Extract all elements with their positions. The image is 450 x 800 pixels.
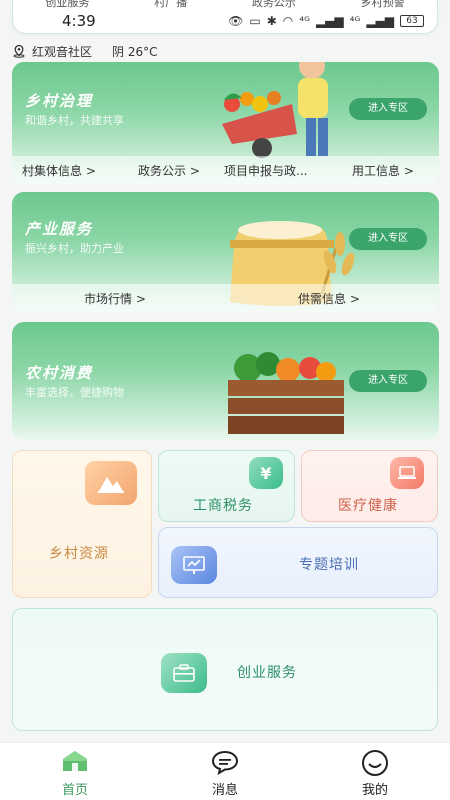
link-government-affairs[interactable]: 政务公示 >	[138, 162, 200, 179]
chat-bubble-icon	[211, 750, 239, 775]
presentation-chart-icon	[171, 546, 217, 584]
signal-bars-icon: ▂▄▆	[366, 14, 394, 28]
nav-mine-label: 我的	[361, 783, 388, 798]
special-training-tile[interactable]: 专题培训	[158, 527, 438, 598]
link-market-quotes[interactable]: 市场行情 >	[84, 290, 146, 307]
bottom-navigation: 首页 消息 我的	[0, 742, 450, 800]
strip-item[interactable]: 创业服务	[45, 0, 89, 10]
status-icons: 👁 ▭ ✱ ◠ ⁴ᴳ ▂▄▆ ⁴ᴳ ▂▄▆ 63	[228, 14, 424, 28]
wifi-icon: ◠	[282, 14, 294, 28]
medical-health-tile[interactable]: 医疗健康	[301, 450, 438, 522]
industry-links: 市场行情 > 供需信息 >	[12, 284, 439, 312]
mountain-icon	[85, 461, 137, 505]
entrepreneurship-label: 创业服务	[237, 665, 297, 681]
strip-item[interactable]: 村广播	[154, 0, 187, 10]
banner-title: 乡村治理	[25, 92, 94, 110]
briefcase-icon	[161, 653, 207, 693]
banner-subtitle: 和谐乡村，共建共享	[25, 114, 124, 127]
battery-icon: 63	[400, 15, 424, 27]
weather-text: 阴 26°C	[112, 44, 158, 59]
nfc-icon: ▭	[249, 14, 261, 28]
strip-item[interactable]: 乡村预警	[361, 0, 405, 10]
signal-bars-icon: ▂▄▆	[315, 14, 344, 28]
nav-messages[interactable]: 消息	[150, 743, 300, 800]
home-icon	[63, 751, 87, 771]
enter-zone-button[interactable]: 进入专区	[349, 370, 427, 392]
rural-resources-tile[interactable]: 乡村资源	[12, 450, 152, 598]
status-bar: 4:39 👁 ▭ ✱ ◠ ⁴ᴳ ▂▄▆ ⁴ᴳ ▂▄▆ 63	[0, 12, 450, 32]
strip-item[interactable]: 政务公示	[252, 0, 296, 10]
signal-label-2: ⁴ᴳ	[349, 14, 361, 28]
industry-service-banner[interactable]: 产业服务 振兴乡村，助力产业 进入专区 市场行情 > 供需信息 >	[12, 192, 439, 312]
nav-home-label: 首页	[61, 783, 88, 798]
business-tax-tile[interactable]: ¥ 工商税务	[158, 450, 295, 522]
smiley-face-icon	[362, 750, 388, 776]
link-project-application[interactable]: 项目申报与政...	[224, 162, 307, 179]
nav-mine[interactable]: 我的	[300, 743, 450, 800]
banner-title: 产业服务	[25, 220, 94, 238]
rural-governance-banner[interactable]: 乡村治理 和谐乡村，共建共享 进入专区 村集体信息 > 政务公示 > 项目申报与…	[12, 62, 439, 184]
bluetooth-icon: ✱	[266, 14, 277, 28]
medical-health-label: 医疗健康	[338, 498, 398, 514]
yen-icon: ¥	[249, 457, 283, 489]
farmer-cart-illustration	[222, 62, 328, 158]
location-pin-icon	[13, 44, 25, 58]
link-supply-demand[interactable]: 供需信息 >	[298, 290, 360, 307]
special-training-label: 专题培训	[299, 557, 359, 573]
eye-icon: 👁	[228, 14, 244, 28]
status-time: 4:39	[62, 12, 96, 30]
banner-subtitle: 振兴乡村，助力产业	[25, 242, 124, 255]
nav-messages-label: 消息	[211, 783, 238, 798]
banner-title: 农村消费	[25, 364, 94, 382]
location-row[interactable]: 红观音社区 阴 26°C	[12, 42, 157, 60]
link-village-collective[interactable]: 村集体信息 >	[22, 162, 96, 179]
business-tax-label: 工商税务	[193, 498, 253, 514]
community-name: 红观音社区	[32, 44, 93, 59]
signal-label-1: ⁴ᴳ	[299, 14, 310, 28]
link-employment-info[interactable]: 用工信息 >	[352, 162, 414, 179]
entrepreneurship-tile[interactable]: 创业服务	[12, 608, 438, 731]
rural-resources-label: 乡村资源	[49, 546, 109, 562]
laptop-icon	[390, 457, 424, 489]
banner-subtitle: 丰富选择，便捷购物	[25, 386, 124, 399]
vegetable-crate-illustration	[228, 352, 344, 434]
rural-consumption-banner[interactable]: 农村消费 丰富选择，便捷购物 进入专区	[12, 322, 439, 440]
governance-links: 村集体信息 > 政务公示 > 项目申报与政... 用工信息 >	[12, 156, 439, 184]
nav-home[interactable]: 首页	[0, 743, 150, 800]
